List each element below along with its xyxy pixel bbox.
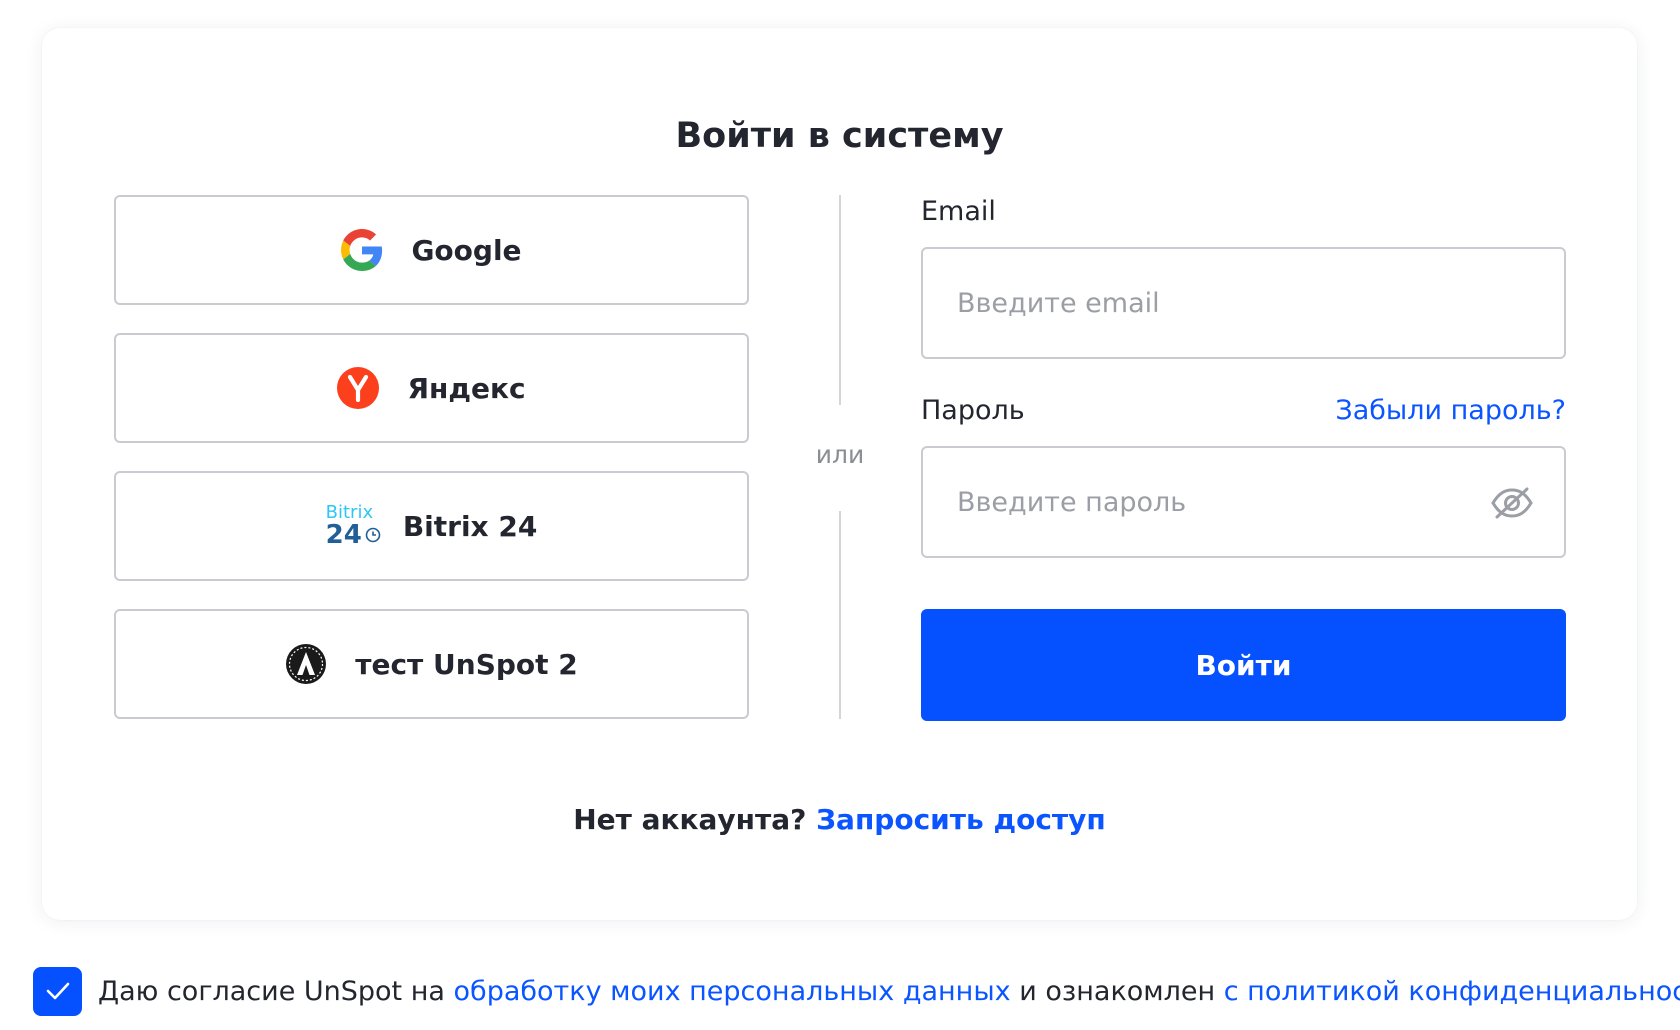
- login-card: Войти в систему Google Яндекс Bitrix 24: [42, 28, 1637, 920]
- consent-text: Даю согласие UnSpot на обработку моих пе…: [98, 976, 1680, 1007]
- google-login-label: Google: [411, 233, 522, 267]
- consent-text-middle: и ознакомлен: [1019, 975, 1216, 1007]
- consent-checkbox[interactable]: [33, 966, 82, 1016]
- email-field[interactable]: [923, 249, 1564, 357]
- request-access-link[interactable]: Запросить доступ: [816, 803, 1106, 836]
- forgot-password-link[interactable]: Забыли пароль?: [1335, 395, 1566, 426]
- google-icon: [341, 229, 383, 271]
- yandex-icon: [337, 367, 380, 409]
- login-submit-button[interactable]: Войти: [921, 609, 1566, 721]
- google-login-button[interactable]: Google: [114, 195, 749, 305]
- bitrix24-logo-text-bottom: 24: [325, 520, 362, 550]
- unspot-logo-icon: [285, 643, 327, 685]
- divider-line-bottom: [839, 511, 841, 719]
- email-label: Email: [921, 196, 996, 227]
- checkmark-icon: [46, 982, 69, 1000]
- consent-row: Даю согласие UnSpot на обработку моих пе…: [33, 966, 1680, 1016]
- divider-or-text: или: [815, 440, 865, 469]
- signup-row: Нет аккаунта? Запросить доступ: [42, 803, 1637, 836]
- bitrix24-login-button[interactable]: Bitrix 24 Bitrix 24: [114, 471, 749, 581]
- yandex-login-button[interactable]: Яндекс: [114, 333, 749, 443]
- no-account-text: Нет аккаунта?: [573, 803, 807, 836]
- email-field-container: [921, 247, 1566, 359]
- password-field-container: [921, 446, 1566, 558]
- bitrix24-icon: Bitrix 24: [326, 504, 381, 548]
- eye-off-icon[interactable]: [1490, 484, 1534, 522]
- password-field[interactable]: [923, 448, 1564, 556]
- page-title: Войти в систему: [675, 116, 1004, 156]
- consent-text-before: Даю согласие UnSpot на: [98, 975, 445, 1007]
- bitrix24-login-label: Bitrix 24: [402, 509, 538, 543]
- yandex-login-label: Яндекс: [407, 371, 526, 405]
- password-label: Пароль: [921, 395, 1025, 426]
- privacy-policy-link[interactable]: с политикой конфиденциальности: [1224, 976, 1680, 1007]
- unspot-login-label: тест UnSpot 2: [355, 647, 578, 681]
- divider-line-top: [839, 195, 841, 405]
- clock-icon: [365, 527, 381, 543]
- personal-data-link[interactable]: обработку моих персональных данных: [454, 976, 1011, 1007]
- unspot-login-button[interactable]: тест UnSpot 2: [114, 609, 749, 719]
